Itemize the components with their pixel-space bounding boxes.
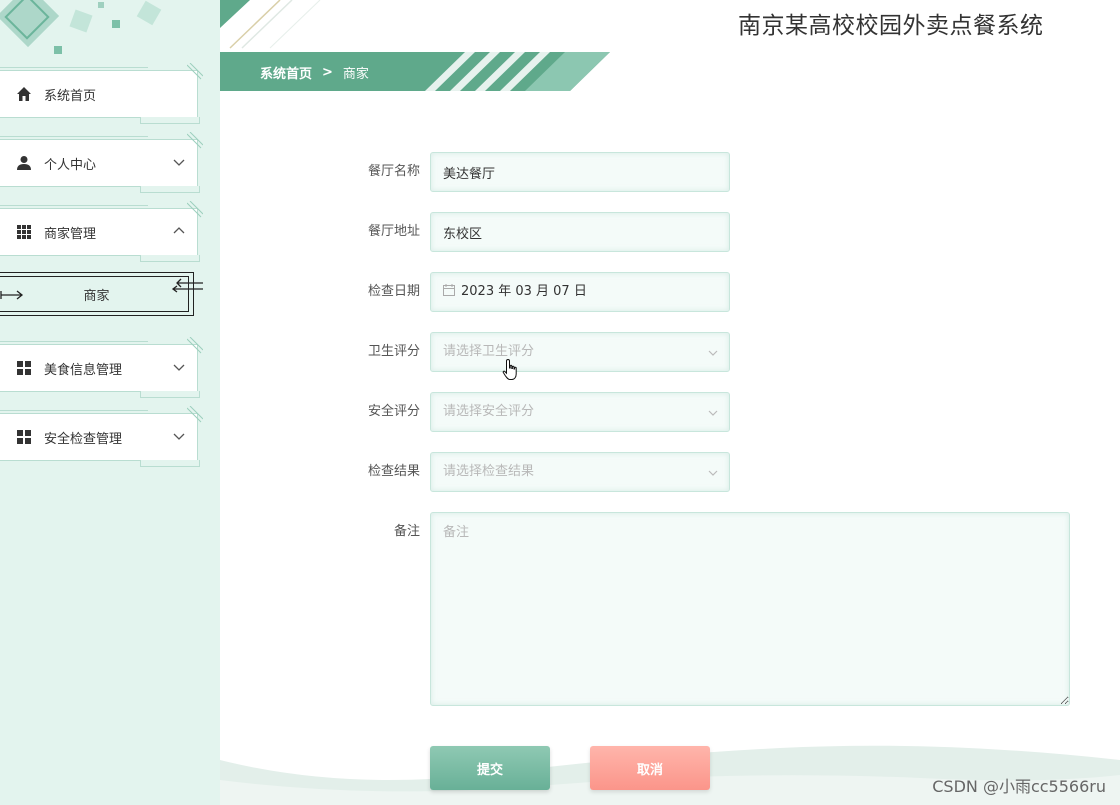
- sidebar: 系统首页 个人中心 商家管理 商家 美食信息管理 安全检查管理: [0, 0, 220, 805]
- app-title: 南京某高校校园外卖点餐系统: [738, 13, 1044, 39]
- form-row-inspection-result: 检查结果 请选择检查结果: [330, 452, 730, 492]
- form-row-inspection-date: 检查日期 2023 年 03 月 07 日: [330, 272, 730, 312]
- hand-cursor-icon: [502, 358, 517, 380]
- chevron-down-icon: [173, 364, 185, 371]
- chevron-down-icon: [173, 433, 185, 440]
- form-row-safety-rating: 安全评分 请选择安全评分: [330, 392, 730, 432]
- corner-lines-icon: [187, 63, 203, 80]
- form-row-remarks: 备注: [330, 512, 1070, 706]
- hygiene-rating-placeholder: 请选择卫生评分: [443, 344, 535, 359]
- sidebar-item-home[interactable]: 系统首页: [0, 63, 203, 124]
- arrow-right-icon: [0, 290, 24, 300]
- breadcrumb: 系统首页 > 商家: [260, 63, 369, 82]
- inspection-result-label: 检查结果: [367, 464, 420, 479]
- safety-rating-label: 安全评分: [367, 404, 420, 419]
- submenu-label: 商家: [83, 288, 110, 304]
- sidebar-item-personal-center[interactable]: 个人中心: [0, 132, 203, 193]
- corner-lines-icon: [187, 201, 203, 218]
- chevron-down-icon: [173, 159, 185, 166]
- arrow-left-icon: [171, 278, 203, 293]
- submit-button[interactable]: 提交: [430, 746, 550, 790]
- watermark: CSDN @小雨cc5566ru: [932, 777, 1106, 796]
- calendar-icon: [443, 284, 455, 296]
- corner-lines-icon: [187, 337, 203, 354]
- restaurant-address-input[interactable]: [430, 212, 730, 252]
- chevron-down-icon: [708, 350, 718, 356]
- chevron-up-icon: [173, 227, 185, 234]
- submenu-item-merchant[interactable]: 商家: [0, 272, 203, 316]
- remarks-textarea[interactable]: [430, 512, 1070, 706]
- inspection-date-picker[interactable]: 2023 年 03 月 07 日: [430, 272, 730, 312]
- form-row-hygiene-rating: 卫生评分 请选择卫生评分: [330, 332, 730, 372]
- form-row-restaurant-name: 餐厅名称: [330, 152, 730, 192]
- hygiene-rating-select[interactable]: 请选择卫生评分: [430, 332, 730, 372]
- user-icon: [16, 155, 32, 171]
- safety-rating-select[interactable]: 请选择安全评分: [430, 392, 730, 432]
- sidebar-item-food-management[interactable]: 美食信息管理: [0, 337, 203, 398]
- grid-icon: [16, 224, 32, 240]
- inspection-result-placeholder: 请选择检查结果: [443, 464, 535, 479]
- chevron-down-icon: [708, 410, 718, 416]
- hygiene-rating-label: 卫生评分: [367, 344, 420, 359]
- restaurant-name-input[interactable]: [430, 152, 730, 192]
- breadcrumb-home[interactable]: 系统首页: [260, 63, 312, 82]
- remarks-label: 备注: [393, 524, 420, 539]
- corner-lines-icon: [187, 406, 203, 423]
- form-row-restaurant-address: 餐厅地址: [330, 212, 730, 252]
- restaurant-address-label: 餐厅地址: [367, 224, 420, 239]
- sidebar-item-label: 系统首页: [44, 88, 97, 104]
- inspection-date-value: 2023 年 03 月 07 日: [461, 284, 587, 299]
- corner-lines-icon: [187, 132, 203, 149]
- inspection-result-select[interactable]: 请选择检查结果: [430, 452, 730, 492]
- apps-icon: [16, 429, 32, 445]
- breadcrumb-separator: >: [322, 65, 333, 80]
- sidebar-item-safety-inspection[interactable]: 安全检查管理: [0, 406, 203, 467]
- inspection-date-label: 检查日期: [367, 284, 420, 299]
- home-icon: [16, 86, 32, 102]
- breadcrumb-current: 商家: [342, 67, 369, 82]
- chevron-down-icon: [708, 470, 718, 476]
- safety-rating-placeholder: 请选择安全评分: [443, 404, 535, 419]
- sidebar-item-merchant-management[interactable]: 商家管理: [0, 201, 203, 262]
- restaurant-name-label: 餐厅名称: [367, 164, 420, 179]
- cancel-button[interactable]: 取消: [590, 746, 710, 790]
- apps-icon: [16, 360, 32, 376]
- sidebar-decoration: [0, 0, 162, 54]
